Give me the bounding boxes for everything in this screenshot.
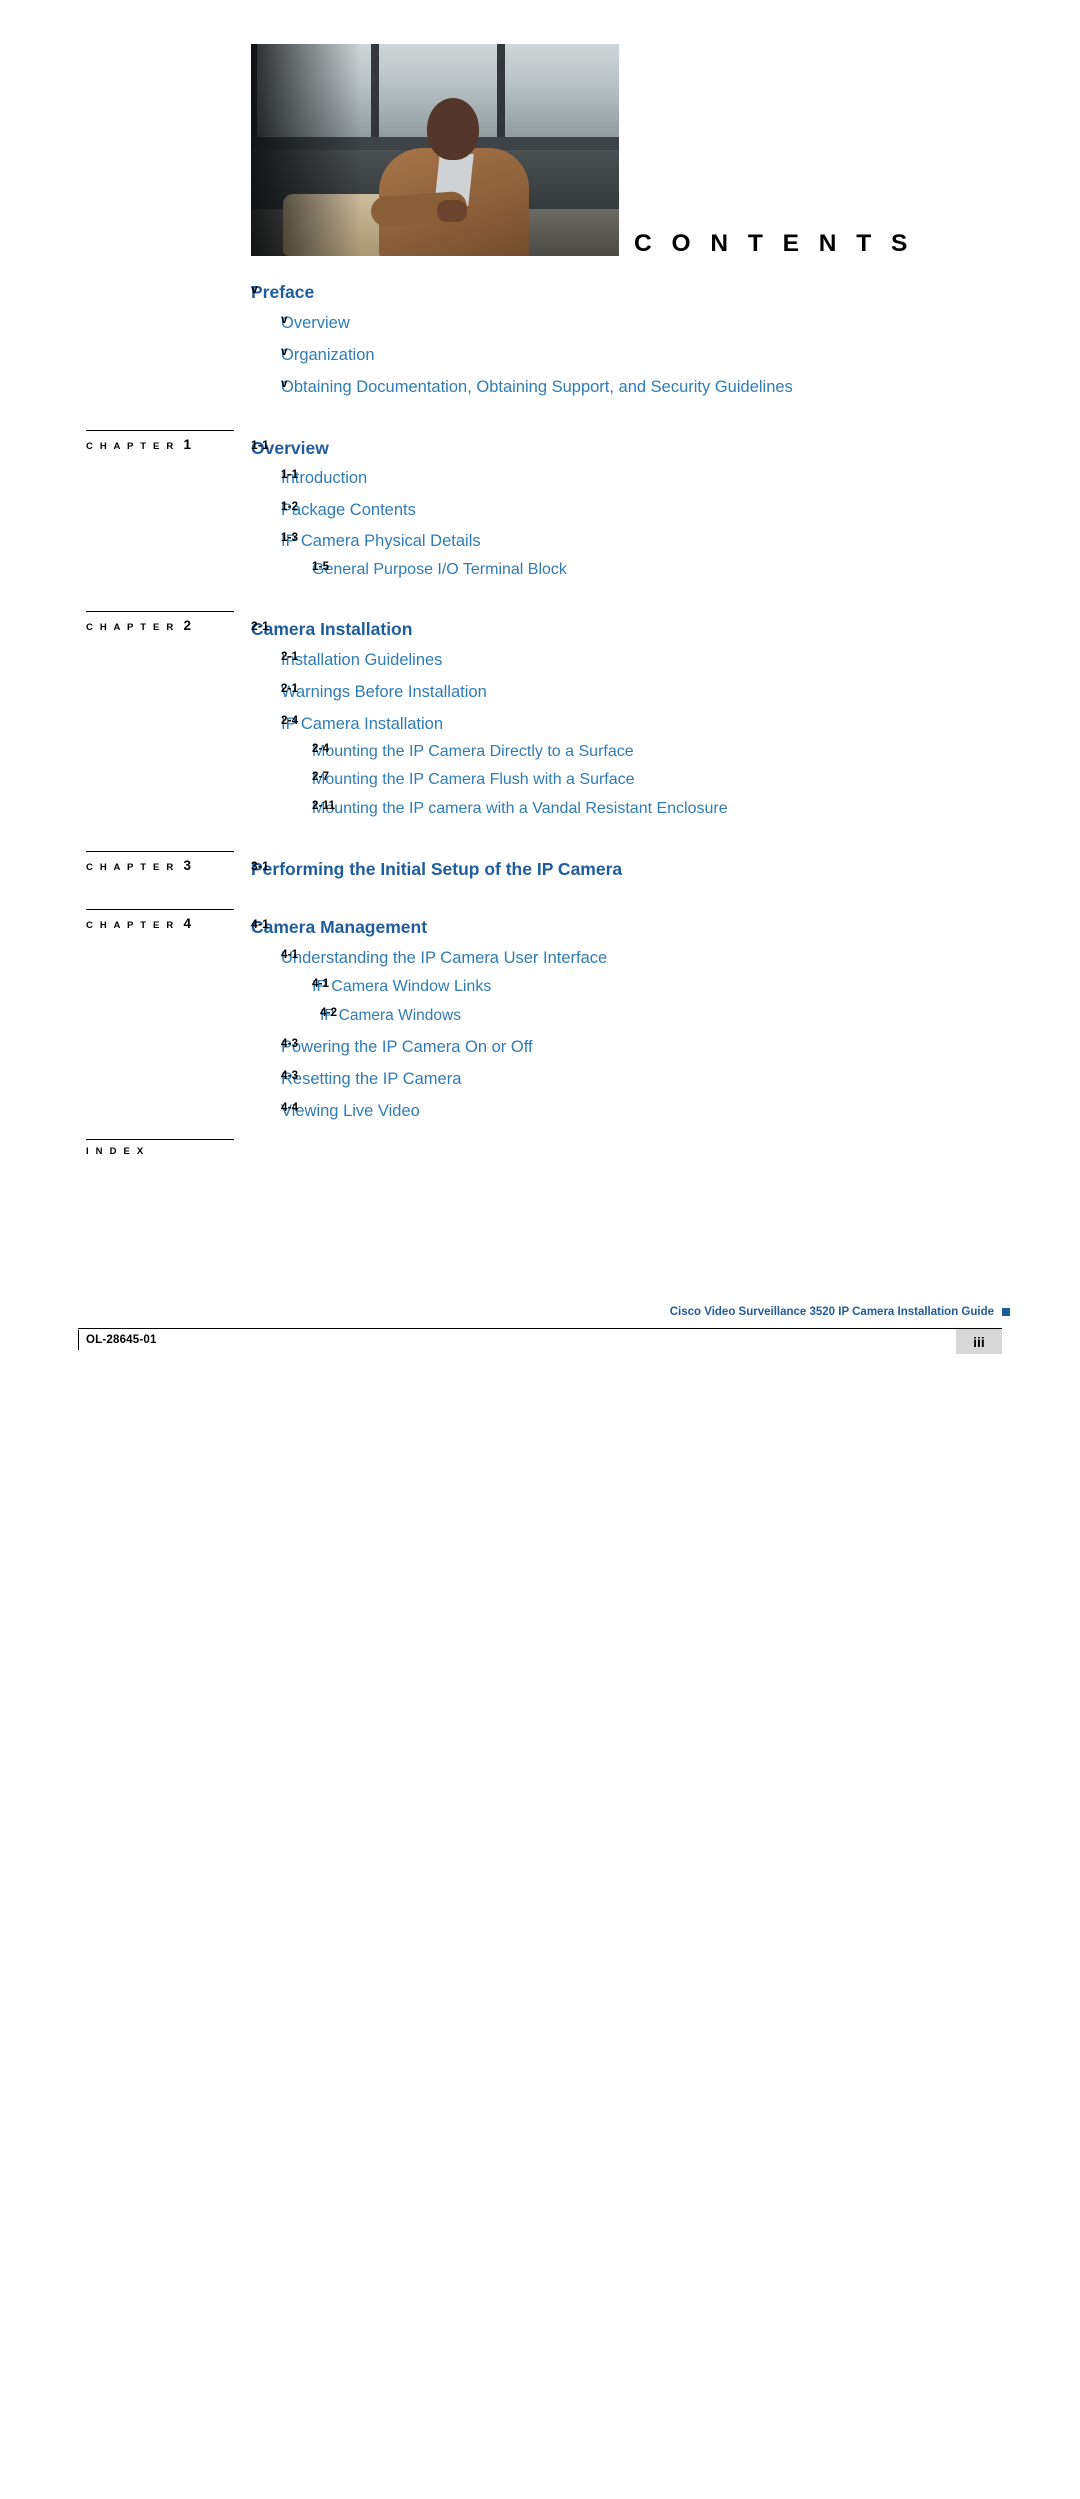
toc-entry[interactable]: Powering the IP Camera On or Off 4-3 (281, 1038, 546, 1057)
chapter-marker: C H A P T E R 1 (86, 430, 234, 452)
photo-person-head (427, 98, 479, 160)
toc-entry[interactable]: Mounting the IP camera with a Vandal Res… (312, 800, 741, 818)
toc-entry[interactable]: IP Camera Installation 2-4 (281, 715, 456, 734)
toc-entry[interactable]: Understanding the IP Camera User Interfa… (281, 949, 621, 968)
toc-entry[interactable]: Mounting the IP Camera Flush with a Surf… (312, 771, 648, 789)
footer-page-number: iii (956, 1329, 1002, 1354)
toc-entry[interactable]: Performing the Initial Setup of the IP C… (251, 859, 635, 880)
toc-entry[interactable]: Overview 1-1 (251, 438, 342, 459)
chapter-marker-label: C H A P T E R (86, 441, 176, 452)
page-title: C O N T E N T S (634, 230, 914, 257)
chapter-marker-label: C H A P T E R (86, 622, 176, 633)
toc-entry[interactable]: Camera Management 4-1 (251, 917, 440, 938)
footer-doc-number: OL-28645-01 (86, 1334, 157, 1346)
index-marker: I N D E X (86, 1139, 234, 1157)
footer-guide-title: Cisco Video Surveillance 3520 IP Camera … (669, 1306, 994, 1318)
photo-person-hands (437, 200, 467, 222)
chapter-marker-label: C H A P T E R (86, 862, 176, 873)
chapter-marker: C H A P T E R 4 (86, 909, 234, 931)
toc-entry[interactable]: Camera Installation 2-1 (251, 619, 426, 640)
footer-divider (78, 1328, 1002, 1330)
toc-entry[interactable]: Resetting the IP Camera 4-3 (281, 1070, 475, 1089)
toc-entry[interactable]: Introduction 1-1 (281, 469, 381, 488)
chapter-marker-number: 4 (183, 916, 191, 931)
toc-entry[interactable]: Overview v (281, 314, 363, 333)
chapter-marker-number: 1 (183, 437, 191, 452)
footer-square-icon (1002, 1308, 1010, 1316)
chapter-marker-label: C H A P T E R (86, 920, 176, 931)
toc-entry[interactable]: Viewing Live Video 4-4 (281, 1102, 433, 1121)
header-photo (251, 44, 619, 256)
chapter-marker: C H A P T E R 2 (86, 611, 234, 633)
toc-entry[interactable]: IP Camera Windows 4-2 (320, 1007, 474, 1025)
photo-shadow-overlay (251, 44, 362, 256)
toc-entry[interactable]: Preface v (251, 282, 328, 303)
chapter-marker-number: 2 (183, 618, 191, 633)
chapter-marker: C H A P T E R 3 (86, 851, 234, 873)
document-page: C O N T E N T S Preface v Overview v Organ… (0, 0, 1080, 1397)
footer-left-tick (78, 1330, 80, 1350)
toc-entry[interactable]: Warnings Before Installation 2-1 (281, 683, 500, 702)
toc-entry[interactable]: Installation Guidelines 2-1 (281, 651, 456, 670)
toc-entry[interactable]: Obtaining Documentation, Obtaining Suppo… (281, 378, 806, 397)
chapter-marker-number: 3 (183, 858, 191, 873)
toc-entry[interactable]: IP Camera Window Links 4-1 (312, 978, 505, 996)
toc-entry[interactable]: Package Contents 1-2 (281, 501, 429, 520)
toc-entry[interactable]: Mounting the IP Camera Directly to a Sur… (312, 743, 647, 761)
toc-entry[interactable]: General Purpose I/O Terminal Block 1-5 (312, 561, 580, 579)
toc-entry[interactable]: Organization v (281, 346, 388, 365)
toc-entry[interactable]: IP Camera Physical Details 1-3 (281, 532, 494, 551)
